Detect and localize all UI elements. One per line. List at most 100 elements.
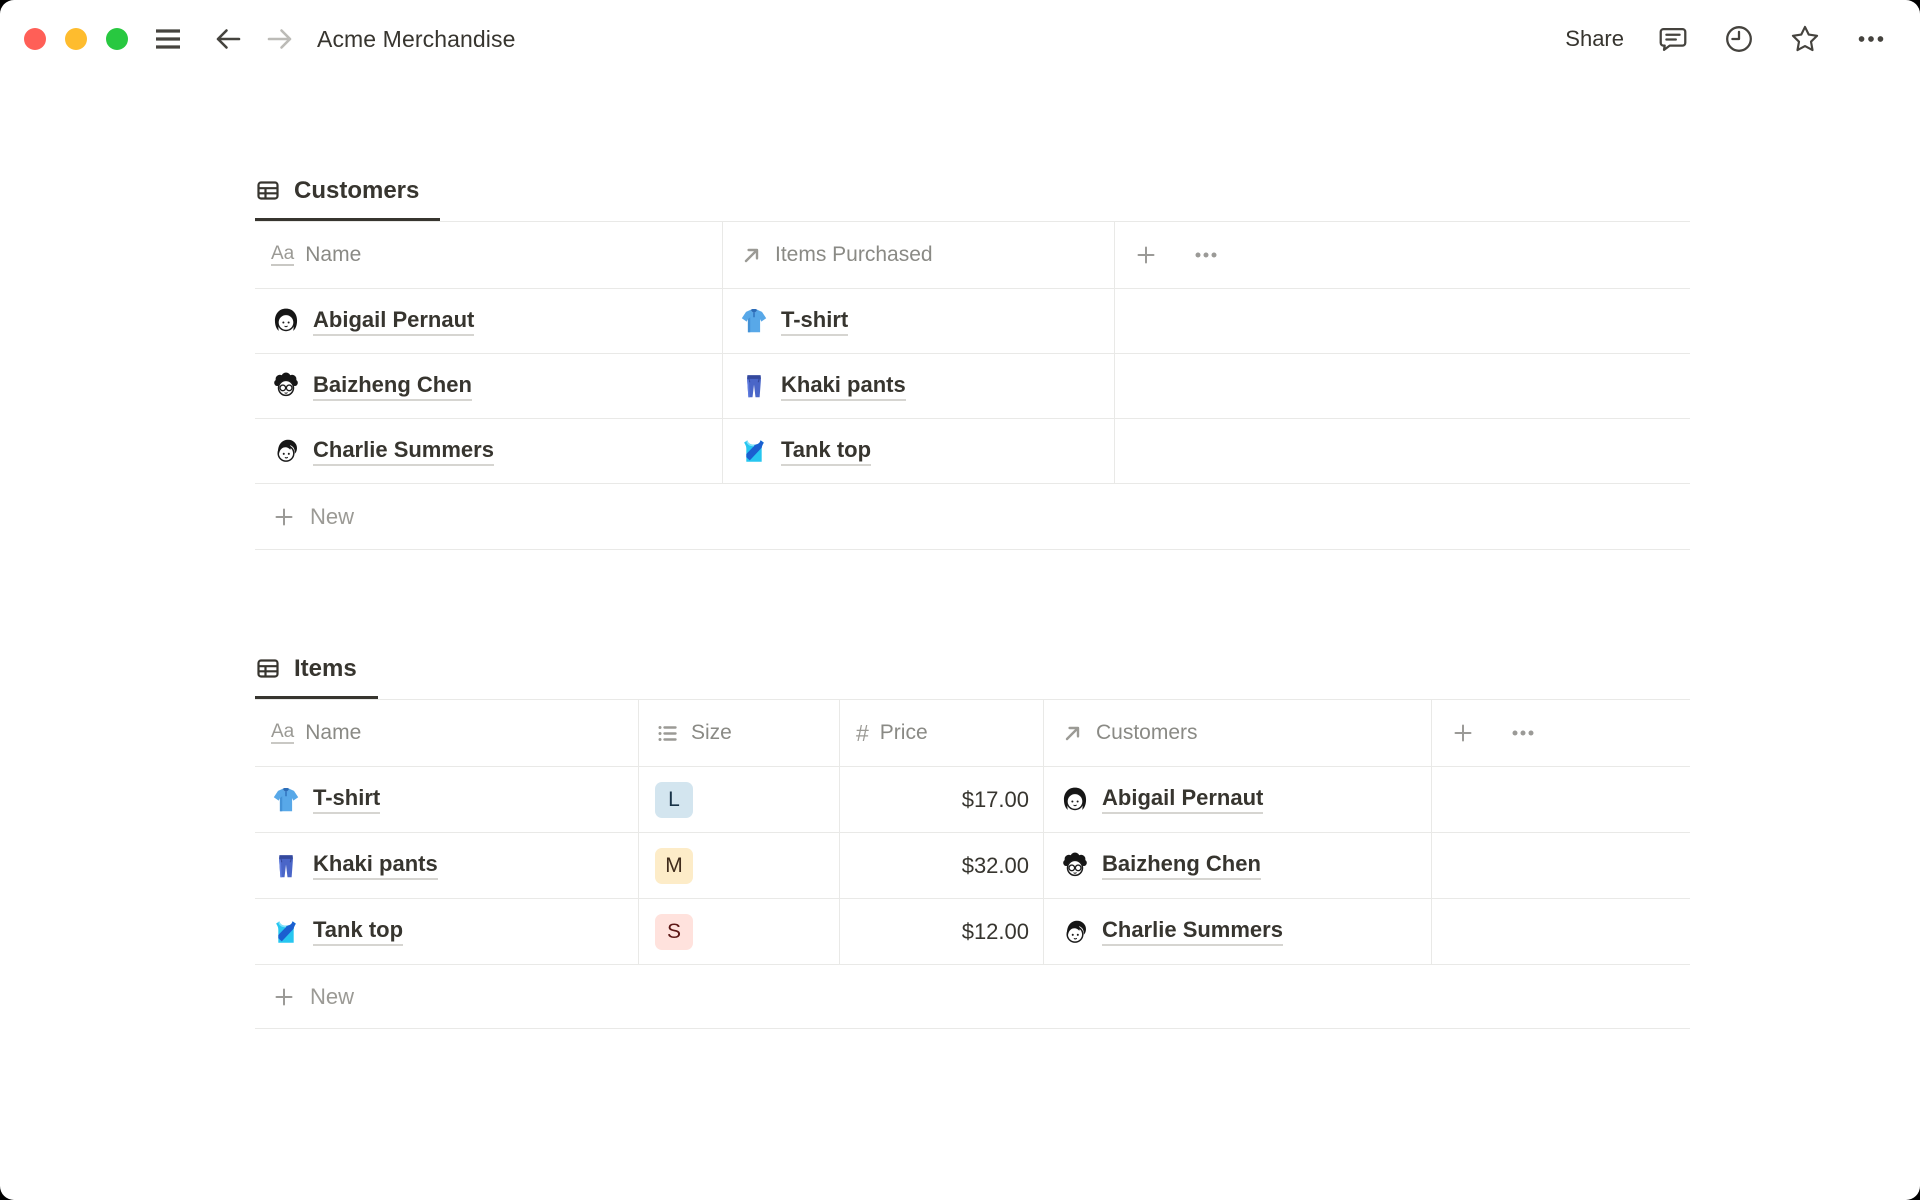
column-label: Name — [305, 243, 362, 266]
new-row-label: New — [310, 503, 355, 529]
customers-cell[interactable]: Baizheng Chen — [1044, 833, 1432, 898]
empty-cell — [1432, 899, 1690, 964]
tab-items[interactable]: Items — [255, 638, 378, 699]
customer-relation-link[interactable]: Abigail Pernaut — [1102, 785, 1264, 814]
title-bar: Acme Merchandise Share — [0, 0, 1920, 78]
column-header-price[interactable]: # Price — [840, 700, 1044, 766]
items-purchased-cell[interactable]: Tank top — [723, 419, 1115, 483]
number-property-icon: # — [856, 719, 869, 746]
avatar-baizheng-icon — [271, 371, 301, 401]
sidebar-menu-icon[interactable] — [151, 22, 185, 56]
share-button[interactable]: Share — [1565, 26, 1624, 52]
relation-property-icon — [739, 243, 764, 268]
table-row: T-shirt L $17.00 Abigail Pernaut — [255, 767, 1690, 833]
size-tag: M — [655, 847, 693, 884]
zoom-button[interactable] — [106, 28, 128, 50]
size-cell[interactable]: M — [639, 833, 840, 898]
traffic-lights — [24, 28, 128, 50]
size-cell[interactable]: S — [639, 899, 840, 964]
column-header-customers[interactable]: Customers — [1044, 700, 1432, 766]
item-relation-link[interactable]: Khaki pants — [781, 372, 906, 401]
table-row: Abigail Pernaut T-shirt — [255, 289, 1690, 354]
back-button[interactable] — [211, 22, 245, 56]
app-window: Acme Merchandise Share Customers Aa Name… — [0, 0, 1920, 1200]
customer-page-link[interactable]: Baizheng Chen — [313, 372, 472, 401]
column-label: Price — [879, 721, 928, 744]
size-tag: S — [655, 913, 693, 950]
plus-icon — [271, 504, 297, 530]
table-row: Khaki pants M $32.00 Baizheng Chen — [255, 833, 1690, 899]
plus-icon — [271, 984, 297, 1010]
table-options-icon[interactable] — [1510, 720, 1536, 746]
table-row: Baizheng Chen Khaki pants — [255, 354, 1690, 419]
table-options-icon[interactable] — [1193, 242, 1219, 268]
customer-relation-link[interactable]: Baizheng Chen — [1102, 851, 1261, 880]
new-row-label: New — [310, 983, 355, 1009]
more-options-icon[interactable] — [1854, 22, 1888, 56]
name-cell[interactable]: Baizheng Chen — [255, 354, 723, 418]
text-property-icon: Aa — [271, 721, 295, 745]
empty-cell — [1432, 767, 1690, 832]
customer-page-link[interactable]: Abigail Pernaut — [313, 307, 475, 336]
minimize-button[interactable] — [65, 28, 87, 50]
table-view-icon — [255, 656, 281, 682]
item-relation-link[interactable]: T-shirt — [781, 307, 849, 336]
customers-header-actions — [1115, 222, 1690, 288]
name-cell[interactable]: Charlie Summers — [255, 419, 723, 483]
avatar-abigail-icon — [271, 306, 301, 336]
customer-relation-link[interactable]: Charlie Summers — [1102, 917, 1283, 946]
item-relation-link[interactable]: Tank top — [781, 437, 872, 466]
tab-label: Customers — [294, 176, 420, 204]
add-property-icon[interactable] — [1133, 242, 1159, 268]
name-cell[interactable]: Khaki pants — [255, 833, 639, 898]
items-purchased-cell[interactable]: T-shirt — [723, 289, 1115, 353]
avatar-baizheng-icon — [1060, 851, 1090, 881]
item-page-link[interactable]: T-shirt — [313, 785, 381, 814]
jeans-icon — [271, 851, 301, 881]
size-cell[interactable]: L — [639, 767, 840, 832]
customers-cell[interactable]: Charlie Summers — [1044, 899, 1432, 964]
name-cell[interactable]: T-shirt — [255, 767, 639, 832]
customers-cell[interactable]: Abigail Pernaut — [1044, 767, 1432, 832]
page-title: Acme Merchandise — [317, 25, 516, 52]
column-header-items-purchased[interactable]: Items Purchased — [723, 222, 1115, 288]
comments-icon[interactable] — [1656, 22, 1690, 56]
price-cell[interactable]: $32.00 — [840, 833, 1044, 898]
customer-page-link[interactable]: Charlie Summers — [313, 437, 494, 466]
item-page-link[interactable]: Khaki pants — [313, 851, 438, 880]
price-cell[interactable]: $12.00 — [840, 899, 1044, 964]
price-cell[interactable]: $17.00 — [840, 767, 1044, 832]
item-page-link[interactable]: Tank top — [313, 917, 404, 946]
new-row-button[interactable]: New — [255, 965, 1690, 1029]
text-property-icon: Aa — [271, 243, 295, 267]
avatar-charlie-icon — [1060, 917, 1090, 947]
jeans-icon — [739, 371, 769, 401]
items-purchased-cell[interactable]: Khaki pants — [723, 354, 1115, 418]
column-label: Size — [691, 721, 732, 744]
table-row: Charlie Summers Tank top — [255, 419, 1690, 484]
items-database: Items Aa Name Size # Price Customers T-s… — [255, 638, 1690, 1029]
customers-view-tabs: Customers — [255, 160, 1690, 222]
column-header-name[interactable]: Aa Name — [255, 700, 639, 766]
tank-top-icon — [739, 436, 769, 466]
tank-top-icon — [271, 917, 301, 947]
select-property-icon — [655, 721, 680, 746]
name-cell[interactable]: Tank top — [255, 899, 639, 964]
column-label: Customers — [1096, 721, 1198, 744]
empty-cell — [1115, 289, 1690, 353]
avatar-abigail-icon — [1060, 785, 1090, 815]
tab-customers[interactable]: Customers — [255, 160, 440, 221]
history-clock-icon[interactable] — [1722, 22, 1756, 56]
add-property-icon[interactable] — [1450, 720, 1476, 746]
close-button[interactable] — [24, 28, 46, 50]
forward-button[interactable] — [263, 22, 297, 56]
table-row: Tank top S $12.00 Charlie Summers — [255, 899, 1690, 965]
favorite-star-icon[interactable] — [1788, 22, 1822, 56]
customers-header-row: Aa Name Items Purchased — [255, 222, 1690, 289]
column-header-name[interactable]: Aa Name — [255, 222, 723, 288]
new-row-button[interactable]: New — [255, 484, 1690, 550]
column-header-size[interactable]: Size — [639, 700, 840, 766]
column-label: Name — [305, 721, 362, 744]
empty-cell — [1432, 833, 1690, 898]
name-cell[interactable]: Abigail Pernaut — [255, 289, 723, 353]
